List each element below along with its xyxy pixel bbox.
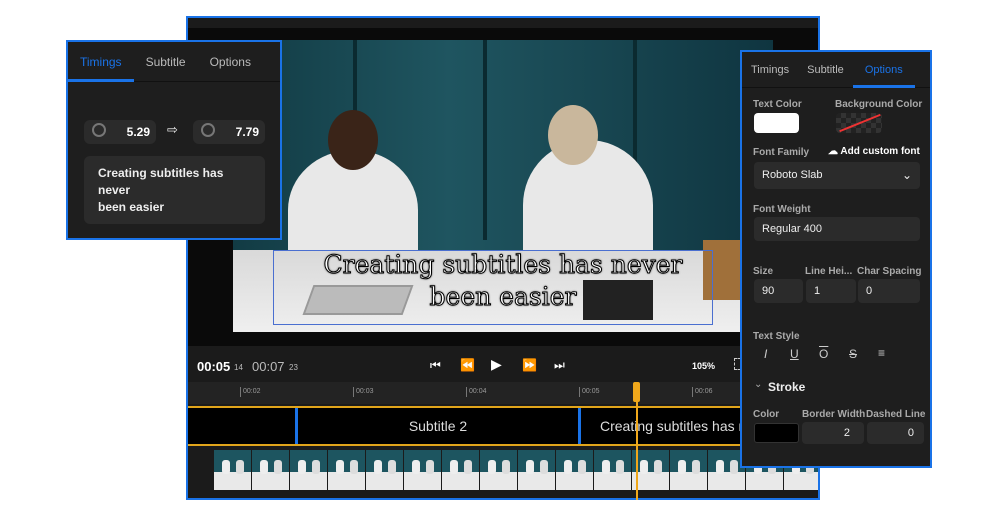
subtitle-segment[interactable]: [188, 408, 295, 444]
tab-options[interactable]: Options: [198, 42, 263, 81]
tab-timings[interactable]: Timings: [68, 42, 134, 82]
rewind-icon[interactable]: ⏪: [460, 358, 475, 372]
skip-start-icon[interactable]: ⏮: [430, 358, 441, 373]
subtitle-segment[interactable]: Subtitle 2: [298, 408, 578, 444]
tick: 00:02: [240, 387, 261, 397]
strikethrough-button[interactable]: S: [849, 347, 857, 361]
add-custom-font-button[interactable]: ☁ Add custom font: [828, 146, 920, 157]
tab-subtitle[interactable]: Subtitle: [134, 42, 198, 81]
tick: 00:05: [579, 387, 600, 397]
align-center-button[interactable]: ≡: [878, 346, 885, 360]
total-frame: 23: [289, 363, 298, 372]
line-height-input[interactable]: 1: [806, 279, 856, 303]
timeline-ruler[interactable]: 00:02 00:03 00:04 00:05 00:06: [188, 382, 818, 404]
current-frame: 14: [234, 363, 243, 372]
chevron-down-icon: ⌄: [901, 168, 912, 182]
stopwatch-icon: [201, 123, 215, 137]
cloud-upload-icon: ☁: [828, 146, 838, 157]
playhead-handle[interactable]: [633, 382, 640, 402]
segment-handle[interactable]: [578, 408, 581, 444]
fast-forward-icon[interactable]: ⏩: [522, 358, 537, 372]
total-time: 00:07: [252, 359, 285, 374]
end-time-field[interactable]: 7.79: [193, 120, 265, 144]
font-weight-select[interactable]: Regular 400: [754, 217, 920, 241]
font-family-select[interactable]: Roboto Slab ⌄: [754, 162, 920, 189]
subtitle-selection-box[interactable]: [273, 250, 713, 325]
video-filmstrip[interactable]: [214, 450, 818, 490]
play-icon[interactable]: ▶: [491, 356, 502, 373]
overline-button[interactable]: O: [819, 347, 828, 361]
tick: 00:04: [466, 387, 487, 397]
subtitle-text-input[interactable]: Creating subtitles has never been easier: [84, 156, 265, 224]
chevron-down-icon[interactable]: ⌄: [754, 379, 762, 390]
skip-end-icon[interactable]: ⏭: [554, 358, 565, 373]
arrow-right-icon: ⇨: [167, 122, 178, 137]
tick: 00:06: [692, 387, 713, 397]
stopwatch-icon: [92, 123, 106, 137]
current-time: 00:05: [197, 359, 231, 374]
player-controls: 00:05 14 00:07 23 ⏮ ⏪ ▶ ⏩ ⏭ 105%: [188, 348, 818, 382]
char-spacing-input[interactable]: 0: [858, 279, 920, 303]
tab-subtitle[interactable]: Subtitle: [798, 52, 853, 87]
start-time-field[interactable]: 5.29: [84, 120, 156, 144]
underline-button[interactable]: U: [790, 347, 799, 361]
border-width-input[interactable]: 2: [802, 422, 864, 444]
size-input[interactable]: 90: [754, 279, 803, 303]
video-frame: Creating subtitles has never been easier: [233, 40, 773, 332]
stroke-color-swatch[interactable]: [754, 423, 799, 443]
subtitle-track: Subtitle 2 Creating subtitles has never …: [188, 406, 818, 446]
italic-button[interactable]: I: [764, 347, 767, 361]
timings-panel: Timings Subtitle Options 5.29 ⇨ 7.79 Cre…: [66, 40, 282, 240]
tab-options[interactable]: Options: [852, 52, 915, 88]
text-color-swatch[interactable]: [754, 113, 799, 133]
stroke-section-toggle[interactable]: Stroke: [768, 380, 805, 394]
background-color-swatch[interactable]: [836, 113, 882, 133]
zoom-level[interactable]: 105%: [692, 361, 715, 371]
tab-timings[interactable]: Timings: [742, 52, 798, 87]
video-preview[interactable]: Creating subtitles has never been easier: [188, 28, 818, 346]
tick: 00:03: [353, 387, 374, 397]
options-panel: Timings Subtitle Options Text Color Back…: [740, 50, 932, 468]
dashed-line-input[interactable]: 0: [867, 422, 924, 444]
